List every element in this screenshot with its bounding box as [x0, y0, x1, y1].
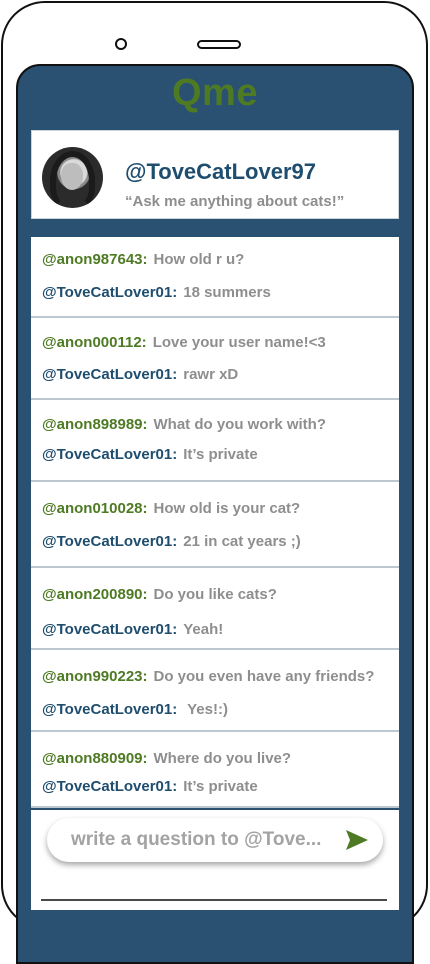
answer-line: @ToveCatLover01: Yes!:): [42, 701, 228, 718]
responder-username[interactable]: @ToveCatLover01:: [42, 701, 177, 718]
question-text: What do you work with?: [153, 416, 327, 433]
asker-username[interactable]: @anon880909:: [42, 750, 148, 767]
answer-line: @ToveCatLover01: It’s private: [42, 778, 258, 795]
avatar[interactable]: [42, 147, 103, 208]
profile-username[interactable]: @ToveCatLover97: [125, 159, 316, 185]
profile-bio: “Ask me anything about cats!”: [125, 193, 345, 210]
qa-item[interactable]: @anon010028: How old is your cat? @ToveCa…: [31, 482, 399, 568]
app-screen: Qme @ToveCatLover97 “Ask me anything abo…: [16, 64, 414, 964]
qa-item[interactable]: @anon200890: Do you like cats? @ToveCatLo…: [31, 568, 399, 650]
question-text: Love your user name!<3: [152, 334, 326, 351]
asker-username[interactable]: @anon990223:: [42, 668, 148, 685]
answer-text: Yes!:): [183, 701, 228, 718]
earpiece-speaker: [197, 40, 241, 49]
answer-text: Yeah!: [183, 621, 224, 638]
asker-username[interactable]: @anon987643:: [42, 251, 148, 268]
question-line: @anon898989: What do you work with?: [42, 416, 326, 433]
responder-username[interactable]: @ToveCatLover01:: [42, 533, 177, 550]
answer-text: rawr xD: [183, 366, 239, 383]
question-text: How old r u?: [153, 251, 245, 268]
send-arrow-icon[interactable]: [345, 829, 369, 851]
qa-item[interactable]: @anon990223: Do you even have any friends…: [31, 650, 399, 732]
question-text: How old is your cat?: [153, 500, 301, 517]
answer-text: 21 in cat years ;): [183, 533, 301, 550]
question-line: @anon990223: Do you even have any friends…: [42, 668, 374, 685]
question-line: @anon200890: Do you like cats?: [42, 586, 277, 603]
answer-text: It’s private: [183, 446, 258, 463]
asker-username[interactable]: @anon898989:: [42, 416, 148, 433]
app-title: Qme: [172, 72, 258, 114]
compose-area: write a question to @Tove...: [31, 810, 399, 910]
profile-card: @ToveCatLover97 “Ask me anything about c…: [31, 130, 399, 219]
asker-username[interactable]: @anon200890:: [42, 586, 148, 603]
answer-line: @ToveCatLover01: rawr xD: [42, 366, 238, 383]
asker-username[interactable]: @anon010028:: [42, 500, 148, 517]
qa-item[interactable]: @anon880909: Where do you live? @ToveCatL…: [31, 732, 399, 808]
question-line: @anon000112: Love your user name!<3: [42, 334, 326, 351]
responder-username[interactable]: @ToveCatLover01:: [42, 446, 177, 463]
question-line: @anon010028: How old is your cat?: [42, 500, 300, 517]
answer-text: 18 summers: [183, 284, 271, 301]
question-text: Where do you live?: [153, 750, 292, 767]
question-line: @anon987643: How old r u?: [42, 251, 244, 268]
question-line: @anon880909: Where do you live?: [42, 750, 291, 767]
responder-username[interactable]: @ToveCatLover01:: [42, 284, 177, 301]
answer-line: @ToveCatLover01: It’s private: [42, 446, 258, 463]
answer-text: It’s private: [183, 778, 258, 795]
answer-line: @ToveCatLover01: 21 in cat years ;): [42, 533, 301, 550]
qa-item[interactable]: @anon000112: Love your user name!<3 @Tove…: [31, 318, 399, 400]
responder-username[interactable]: @ToveCatLover01:: [42, 778, 177, 795]
divider: [41, 899, 387, 901]
qa-item[interactable]: @anon898989: What do you work with? @Tove…: [31, 400, 399, 482]
question-input-placeholder: write a question to @Tove...: [71, 829, 322, 850]
answer-line: @ToveCatLover01: Yeah!: [42, 621, 223, 638]
question-text: Do you like cats?: [153, 586, 277, 603]
question-text: Do you even have any friends?: [153, 668, 375, 685]
answer-line: @ToveCatLover01: 18 summers: [42, 284, 271, 301]
responder-username[interactable]: @ToveCatLover01:: [42, 621, 177, 638]
responder-username[interactable]: @ToveCatLover01:: [42, 366, 177, 383]
qa-item[interactable]: @anon987643: How old r u? @ToveCatLover01…: [31, 237, 399, 318]
question-input[interactable]: write a question to @Tove...: [47, 818, 383, 862]
asker-username[interactable]: @anon000112:: [42, 334, 147, 351]
front-camera: [115, 38, 127, 50]
qa-list: @anon987643: How old r u? @ToveCatLover01…: [31, 237, 399, 808]
